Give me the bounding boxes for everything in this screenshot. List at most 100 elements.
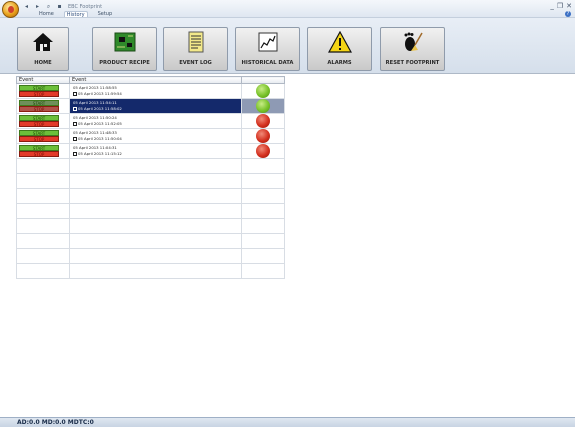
empty-row [16, 263, 285, 279]
product-recipe-button[interactable]: PRODUCT RECIPE [92, 27, 157, 71]
title-bar: ◂ ▸ ⌕ ▪ EBC Footprint Home History Setup… [0, 0, 575, 18]
empty-cell [69, 158, 242, 174]
forward-icon[interactable]: ▸ [34, 3, 41, 11]
stop-time-line: 05 April 2013 11:52:05 [70, 121, 241, 127]
back-icon[interactable]: ◂ [23, 3, 30, 11]
start-stop-badge: START STOP [19, 145, 59, 157]
event-time-cell: 05 April 2013 11:04:31 05 April 2013 11:1… [69, 143, 242, 159]
reset-footprint-button[interactable]: RESET FOOTPRINT [380, 27, 445, 71]
empty-cell [241, 158, 285, 174]
status-cell [241, 143, 285, 159]
help-icon[interactable]: ? [565, 11, 571, 17]
event-time-cell: 05 April 2013 11:58:55 05 April 2013 11:5… [69, 83, 242, 99]
circuit-board-icon [114, 32, 135, 52]
status-green-icon [256, 99, 270, 113]
table-row[interactable]: START STOP 05 April 2013 11:54:11 05 April … [16, 98, 285, 114]
empty-cell [16, 188, 70, 204]
empty-cell [69, 248, 242, 264]
empty-cell [241, 233, 285, 249]
status-cell [241, 83, 285, 99]
window-title: EBC Footprint [68, 4, 103, 10]
grid-body: START STOP 05 April 2013 11:58:55 05 April … [16, 83, 285, 279]
empty-cell [16, 173, 70, 189]
empty-cell [69, 233, 242, 249]
stop-time: 05 April 2013 11:15:12 [78, 151, 122, 156]
status-red-icon [256, 129, 270, 143]
home-button-label: HOME [34, 60, 52, 66]
app-menu-orb-icon[interactable] [2, 1, 19, 18]
event-time-cell: 05 April 2013 11:50:24 05 April 2013 11:5… [69, 113, 242, 129]
print-icon[interactable]: ▪ [56, 3, 63, 11]
document-icon [188, 31, 203, 53]
quick-access-toolbar: ◂ ▸ ⌕ ▪ [23, 3, 63, 11]
status-cell [241, 128, 285, 144]
empty-cell [69, 203, 242, 219]
close-icon[interactable]: ✕ [566, 2, 572, 10]
empty-cell [16, 203, 70, 219]
tab-history[interactable]: History [63, 11, 88, 18]
event-type-cell: START STOP [16, 143, 70, 159]
table-row[interactable]: START STOP 05 April 2013 11:50:24 05 April … [16, 113, 285, 129]
empty-cell [241, 248, 285, 264]
status-bar: AD:0.0 MD:0.0 MDTC:0 [0, 417, 575, 427]
minimize-icon[interactable]: _ [550, 2, 554, 10]
stop-time-line: 05 April 2013 11:58:02 [70, 106, 241, 112]
column-header-event[interactable]: Event [16, 76, 70, 84]
stop-label: STOP [19, 106, 59, 112]
empty-cell [69, 263, 242, 279]
footprint-broom-icon [404, 32, 423, 51]
window-controls: _ ❐ ✕ [550, 2, 572, 10]
empty-cell [16, 248, 70, 264]
tab-home[interactable]: Home [37, 11, 56, 17]
stop-label: STOP [19, 121, 59, 127]
home-icon [33, 33, 53, 51]
empty-row [16, 173, 285, 189]
event-time-cell: 05 April 2013 11:48:33 05 April 2013 11:5… [69, 128, 242, 144]
historical-data-button[interactable]: HISTORICAL DATA [235, 27, 300, 71]
stop-time-line: 05 April 2013 11:15:12 [70, 151, 241, 157]
stop-time-line: 05 April 2013 11:50:04 [70, 136, 241, 142]
empty-cell [241, 203, 285, 219]
status-cell [241, 98, 285, 114]
start-stop-badge: START STOP [19, 130, 59, 142]
table-row[interactable]: START STOP 05 April 2013 11:04:31 05 April … [16, 143, 285, 159]
empty-row [16, 203, 285, 219]
checkbox-icon[interactable] [73, 107, 77, 111]
event-log-label: EVENT LOG [179, 60, 212, 66]
status-cell [241, 113, 285, 129]
start-stop-badge: START STOP [19, 100, 59, 112]
status-green-icon [256, 84, 270, 98]
checkbox-icon[interactable] [73, 92, 77, 96]
empty-row [16, 248, 285, 264]
stop-time: 05 April 2013 11:59:54 [78, 91, 122, 96]
tab-setup[interactable]: Setup [96, 11, 115, 17]
stop-label: STOP [19, 91, 59, 97]
start-stop-badge: START STOP [19, 85, 59, 97]
empty-row [16, 233, 285, 249]
column-header-status[interactable] [241, 76, 285, 84]
alarms-button[interactable]: ALARMS [307, 27, 372, 71]
empty-cell [16, 218, 70, 234]
ribbon: HOME PRODUCT RECIPE EVENT LOG HISTORICAL… [0, 18, 575, 74]
column-header-event-time[interactable]: Event [69, 76, 242, 84]
table-row[interactable]: START STOP 05 April 2013 11:58:55 05 April … [16, 83, 285, 99]
ribbon-tabs: Home History Setup [37, 11, 115, 18]
grid-header-row: Event Event [16, 76, 285, 84]
empty-row [16, 158, 285, 174]
event-type-cell: START STOP [16, 128, 70, 144]
search-icon[interactable]: ⌕ [45, 3, 52, 11]
status-text: AD:0.0 MD:0.0 MDTC:0 [17, 419, 94, 426]
checkbox-icon[interactable] [73, 152, 77, 156]
event-type-cell: START STOP [16, 83, 70, 99]
home-button[interactable]: HOME [17, 27, 69, 71]
empty-cell [16, 233, 70, 249]
empty-cell [241, 218, 285, 234]
restore-icon[interactable]: ❐ [557, 2, 563, 10]
checkbox-icon[interactable] [73, 122, 77, 126]
empty-cell [69, 173, 242, 189]
stop-time: 05 April 2013 11:58:02 [78, 106, 122, 111]
event-log-button[interactable]: EVENT LOG [163, 27, 228, 71]
stop-time: 05 April 2013 11:50:04 [78, 136, 122, 141]
checkbox-icon[interactable] [73, 137, 77, 141]
table-row[interactable]: START STOP 05 April 2013 11:48:33 05 April … [16, 128, 285, 144]
